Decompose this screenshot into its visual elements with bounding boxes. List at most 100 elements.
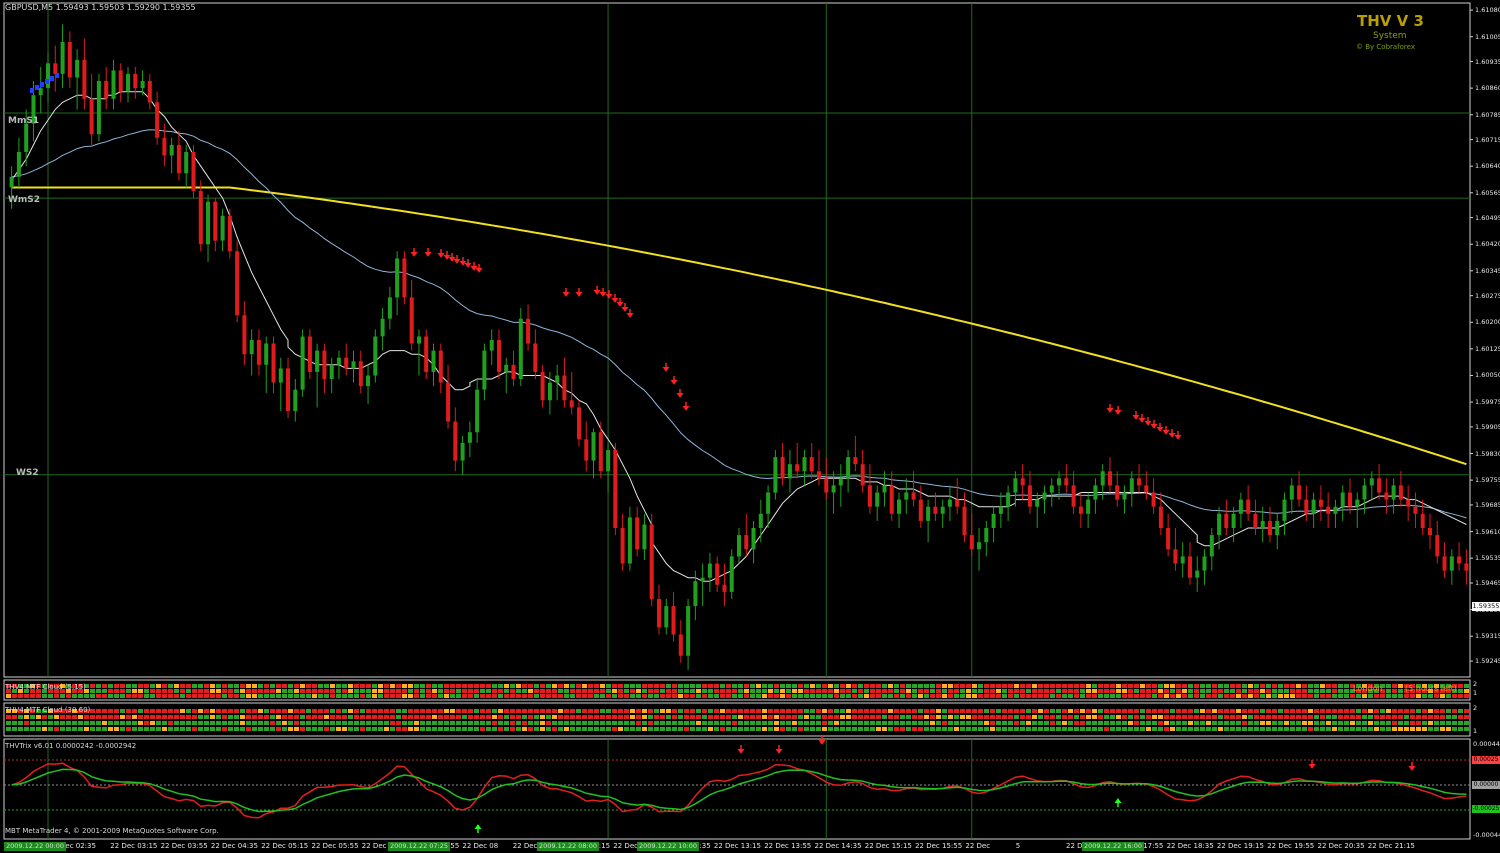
cloud2-row [1464,721,1469,725]
cloud2-row [726,709,731,713]
cloud2-row [1284,715,1289,719]
main-frame [3,2,1471,678]
cloud1-row2 [294,689,299,693]
cloud2-row [822,721,827,725]
cloud2-row [1170,721,1175,725]
candle-body [635,517,640,550]
cloud1-row1 [630,684,635,688]
time-tick-label: 22 Dec 21:15 [1367,842,1415,850]
cloud1-row3 [54,694,59,698]
cloud1-row1 [372,684,377,688]
blue-signal-icon [30,88,34,93]
price-tick-label: 1.59390 [1475,605,1500,614]
cloud1-row2 [1128,689,1133,693]
cloud2-row [1398,721,1403,725]
candle-body [598,432,603,472]
cloud1-row3 [96,694,101,698]
cloud2-row [864,721,869,725]
cloud2-row [1230,721,1235,725]
cloud2-row [816,721,821,725]
candle-body [1173,549,1178,564]
cloud2-row [1200,715,1205,719]
cloud2-row [1146,727,1151,731]
cloud2-row [1458,727,1463,731]
candle-body [1108,471,1112,486]
cloud2-row [774,709,779,713]
cloud2-row [954,709,959,713]
cloud2-row [408,727,413,731]
candle-body [1348,492,1352,507]
cloud2-row [498,727,503,731]
cloud2-row [1452,721,1457,725]
cloud1-row2 [156,689,161,693]
cloud2-row [990,721,995,725]
price-tick-label: 1.60495 [1475,213,1500,222]
cloud2-row [546,727,551,731]
cloud2-row [870,721,875,725]
cloud2-row [786,721,791,725]
cloud2-row [558,721,563,725]
cloud1-row1 [468,684,473,688]
cloud2-row [516,715,521,719]
cloud2-row [582,715,587,719]
cloud1-row3 [882,694,887,698]
cloud1-row2 [318,689,323,693]
cloud2-row [924,715,929,719]
cloud1-row2 [108,689,113,693]
cloud1-row2 [864,689,869,693]
cloud2-row [168,721,173,725]
cloud2-row [564,721,569,725]
cloud2-row [834,727,839,731]
cloud1-row2 [1170,689,1175,693]
chart-window[interactable]: GBPUSD,M5 1.59493 1.59503 1.59290 1.5935… [0,0,1500,853]
time-tick-label: 22 Dec 08 [462,842,499,850]
cloud1-row1 [96,684,101,688]
candle-body [438,350,443,383]
candle-body [293,389,298,411]
cloud2-row [1362,727,1367,731]
cloud2-row [1398,715,1403,719]
cloud2-row [1092,709,1097,713]
cloud2-row [12,727,17,731]
cloud2-row [804,709,809,713]
cloud2-row [510,727,515,731]
cloud2-row [1128,715,1133,719]
cloud2-row [306,721,311,725]
cloud2-row [1050,709,1055,713]
cloud2-row [198,721,203,725]
cloud2-row [156,715,161,719]
price-tick-label: 1.59610 [1475,527,1500,536]
cloud2-row [378,715,383,719]
cloud1-row1 [672,684,677,688]
time-tick-label: 22 Dec 14:35 [814,842,862,850]
cloud2-row [396,709,401,713]
candle-body [824,478,829,493]
cloud1-row2 [378,689,383,693]
cloud1-row3 [114,694,119,698]
cloud2-row [132,727,137,731]
cloud2-row [1320,721,1325,725]
price-chart[interactable] [0,0,1500,853]
cloud1-row1 [348,684,353,688]
cloud2-row [1176,721,1181,725]
candle-body [1289,485,1294,500]
cloud1-row3 [1272,694,1277,698]
cloud2-row [204,709,209,713]
cloud1-row1 [1326,684,1331,688]
cloud1-row3 [402,694,407,698]
cloud2-row [600,709,605,713]
cloud2-row [1128,721,1133,725]
sell-arrow-icon [605,294,613,299]
cloud2-row [264,709,269,713]
cloud2-row [426,709,431,713]
cloud1-row1 [1206,684,1211,688]
cloud2-row [1278,715,1283,719]
sell-arrow-icon [676,393,684,398]
cloud1-row1 [1464,684,1469,688]
cloud2-row [984,727,989,731]
cloud2-row [654,721,659,725]
cloud1-row3 [876,694,881,698]
cloud1-row2 [768,689,773,693]
cloud2-row [738,709,743,713]
candle-body [780,457,785,479]
